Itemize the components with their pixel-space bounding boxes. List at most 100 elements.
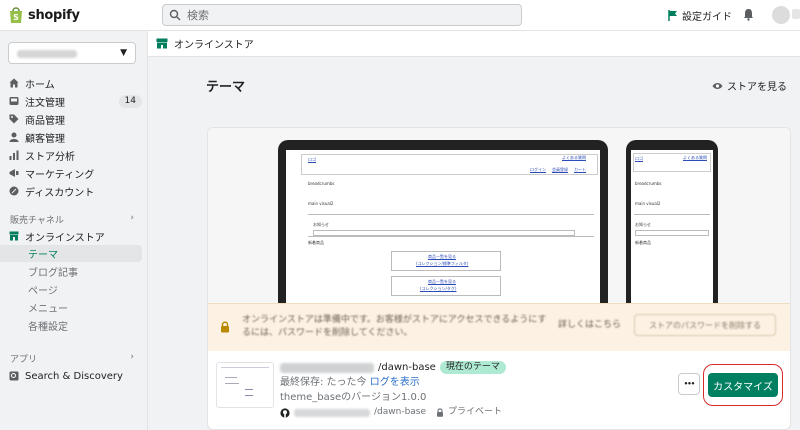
search-input[interactable]: 検索 bbox=[162, 4, 522, 26]
sidebar-item-orders[interactable]: 注文管理 14 bbox=[8, 92, 142, 110]
account-name-blurred[interactable] bbox=[792, 9, 800, 19]
sidebar-item-label: 顧客管理 bbox=[25, 133, 65, 145]
shopify-bag-icon: S bbox=[10, 7, 22, 23]
sidebar-item-marketing[interactable]: マーケティング bbox=[8, 164, 142, 182]
store-selector[interactable]: ▼ bbox=[8, 42, 136, 64]
chevron-right-icon: › bbox=[130, 352, 134, 362]
preview-mobile-new-items: 新着商品 bbox=[635, 240, 651, 245]
password-notice-banner: オンラインストアは準備中です。お客様がストアにアクセスできるようにするには、パス… bbox=[208, 303, 790, 351]
preview-mobile-news: お知らせ bbox=[635, 222, 651, 227]
sidebar-item-label: 商品管理 bbox=[25, 115, 65, 127]
sidebar-item-label: ディスカウント bbox=[25, 187, 95, 199]
svg-text:S: S bbox=[13, 13, 19, 22]
page-title: テーマ bbox=[206, 80, 246, 95]
current-theme-badge: 現在のテーマ bbox=[439, 361, 506, 374]
theme-card: ロゴ よくある質問 ログイン 会員登録 カート breadcrumbs main… bbox=[207, 127, 791, 430]
sidebar-item-customers[interactable]: 顧客管理 bbox=[8, 128, 142, 146]
sales-channels-header[interactable]: 販売チャネル › bbox=[10, 213, 134, 226]
view-log-link[interactable]: ログを表示 bbox=[370, 377, 420, 388]
sales-channels-label: 販売チャネル bbox=[10, 216, 64, 226]
sidebar-item-label: ホーム bbox=[25, 79, 55, 91]
desktop-preview-screen: ロゴ よくある質問 ログイン 会員登録 カート breadcrumbs main… bbox=[286, 150, 600, 303]
view-store-label: ストアを見る bbox=[727, 82, 787, 93]
setup-guide-label: 設定ガイド bbox=[682, 12, 732, 23]
mobile-preview-frame: ロゴ よくある質問 breadcrumbs main visual2 お知らせ … bbox=[626, 140, 718, 303]
preview-mobile-breadcrumbs: breadcrumbs bbox=[635, 181, 662, 186]
apps-label: アプリ bbox=[10, 355, 38, 365]
sidebar-item-products[interactable]: 商品管理 bbox=[8, 110, 142, 128]
sidebar-item-home[interactable]: ホーム bbox=[8, 74, 142, 92]
app-icon bbox=[8, 371, 19, 382]
discount-icon bbox=[8, 186, 19, 197]
breadcrumb-label[interactable]: オンラインストア bbox=[174, 36, 254, 51]
flag-icon bbox=[668, 10, 677, 21]
avatar[interactable] bbox=[772, 6, 790, 24]
orders-count-badge: 14 bbox=[118, 94, 142, 108]
preview-mobile-main-visual: main visual2 bbox=[635, 201, 661, 206]
sidebar-item-label: オンラインストア bbox=[25, 232, 105, 244]
sidebar-subitem-settings[interactable]: 各種設定 bbox=[28, 317, 68, 334]
preview-link-1b: (コレクション/標準フィルタ) bbox=[416, 261, 469, 266]
sidebar-item-discounts[interactable]: ディスカウント bbox=[8, 182, 142, 200]
shopify-logo[interactable]: S shopify bbox=[8, 6, 80, 24]
sidebar-subitem-pages[interactable]: ページ bbox=[28, 281, 58, 298]
customize-button[interactable]: カスタマイズ bbox=[708, 373, 778, 397]
person-icon bbox=[8, 132, 19, 143]
chevron-right-icon: › bbox=[130, 213, 134, 223]
sidebar-subitem-theme[interactable]: テーマ bbox=[0, 245, 142, 262]
storefront-icon bbox=[8, 231, 19, 242]
sidebar-subitem-menu[interactable]: メニュー bbox=[28, 299, 68, 316]
view-store-button[interactable]: ストアを見る bbox=[712, 78, 787, 93]
target-icon bbox=[8, 168, 19, 179]
preview-breadcrumbs: breadcrumbs bbox=[308, 181, 335, 186]
sidebar-item-label: マーケティング bbox=[25, 169, 95, 181]
bar-chart-icon bbox=[8, 150, 19, 161]
inbox-icon bbox=[8, 96, 19, 107]
repo-name: /dawn-base bbox=[374, 407, 427, 417]
repo-owner-blurred bbox=[294, 408, 370, 417]
theme-info: /dawn-base 現在のテーマ 最終保存: たった今 ログを表示 theme… bbox=[280, 360, 506, 420]
preview-link-2a: 商品一覧を見る bbox=[428, 279, 456, 284]
breadcrumb: オンラインストア bbox=[148, 31, 800, 57]
tag-icon bbox=[8, 114, 19, 125]
brand-name: shopify bbox=[28, 7, 80, 23]
notice-learn-more-button[interactable]: 詳しくはこちら bbox=[558, 317, 621, 330]
storefront-icon bbox=[156, 38, 168, 49]
sidebar-item-online-store[interactable]: オンラインストア bbox=[8, 227, 142, 245]
remove-password-button[interactable]: ストアのパスワードを削除する bbox=[634, 314, 776, 336]
visibility-label: プライベート bbox=[448, 407, 503, 417]
sidebar-item-label: 注文管理 bbox=[25, 97, 65, 109]
preview-link-1a: 商品一覧を見る bbox=[428, 254, 456, 259]
sidebar-item-label: ストア分析 bbox=[25, 151, 75, 163]
github-icon bbox=[280, 407, 290, 418]
home-icon bbox=[8, 78, 19, 89]
theme-thumbnail bbox=[216, 362, 274, 408]
theme-preview[interactable]: ロゴ よくある質問 ログイン 会員登録 カート breadcrumbs main… bbox=[208, 128, 790, 303]
apps-header[interactable]: アプリ › bbox=[10, 352, 134, 365]
preview-main-visual: main visual2 bbox=[308, 201, 334, 206]
theme-version: theme_baseのバージョン1.0.0 bbox=[280, 392, 427, 403]
search-placeholder: 検索 bbox=[187, 9, 209, 22]
last-saved-text: 最終保存: たった今 bbox=[280, 377, 367, 388]
theme-store-blurred bbox=[280, 362, 374, 373]
theme-name: /dawn-base bbox=[378, 362, 436, 373]
preview-link-2b: (コレクション/タグ) bbox=[420, 286, 457, 291]
sidebar-subitem-blog[interactable]: ブログ記事 bbox=[28, 263, 78, 280]
setup-guide-button[interactable]: 設定ガイド bbox=[668, 8, 732, 23]
sidebar-item-label: Search & Discovery bbox=[25, 370, 123, 382]
eye-icon bbox=[712, 82, 723, 89]
mobile-preview-screen: ロゴ よくある質問 breadcrumbs main visual2 お知らせ … bbox=[631, 150, 713, 303]
preview-new-items: 新着商品 bbox=[308, 240, 324, 245]
preview-news: お知らせ bbox=[313, 222, 329, 227]
notice-text: オンラインストアは準備中です。お客様がストアにアクセスできるようにするには、パス… bbox=[242, 315, 547, 338]
sidebar-item-search-discovery[interactable]: Search & Discovery bbox=[8, 367, 142, 385]
store-name-blurred bbox=[17, 50, 77, 58]
desktop-preview-frame: ロゴ よくある質問 ログイン 会員登録 カート breadcrumbs main… bbox=[278, 140, 608, 303]
lock-icon bbox=[437, 408, 444, 417]
sidebar-item-analytics[interactable]: ストア分析 bbox=[8, 146, 142, 164]
more-actions-button[interactable]: ••• bbox=[678, 373, 700, 395]
bell-icon[interactable] bbox=[743, 8, 754, 24]
caret-down-icon: ▼ bbox=[120, 48, 127, 58]
more-dots-icon: ••• bbox=[683, 380, 695, 388]
lock-icon bbox=[220, 321, 230, 336]
